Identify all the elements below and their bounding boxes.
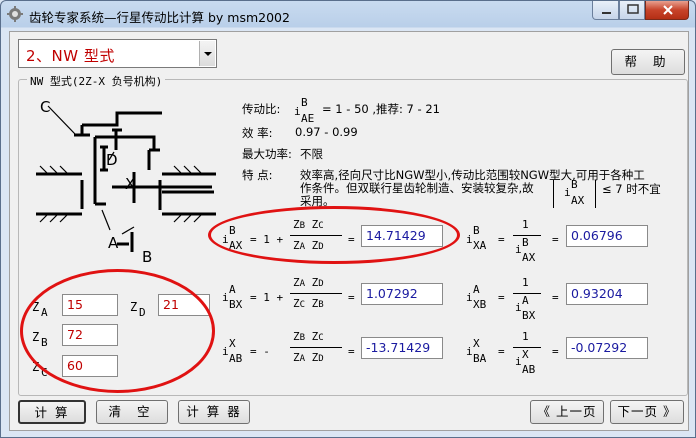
gear-icon (7, 6, 23, 22)
title-bar[interactable]: 齿轮专家系统—行星传动比计算 by msm2002 (1, 1, 695, 28)
annotation-ellipse-result (208, 206, 460, 264)
client-area: 2、NW 型式 帮 助 NW 型式(2Z-X 负号机构) C D X A B 传… (9, 31, 689, 431)
help-button[interactable]: 帮 助 (611, 49, 685, 75)
max-power-label: 最大功率: (242, 147, 292, 161)
calculator-button[interactable]: 计 算 器 (178, 400, 250, 424)
result-ia-bx[interactable]: 1.07292 (361, 283, 443, 305)
result-ia-xb[interactable]: 0.93204 (566, 283, 648, 305)
maximize-button[interactable] (619, 1, 645, 20)
efficiency-value: 0.97 - 0.99 (295, 125, 358, 139)
result-ix-ab[interactable]: -13.71429 (361, 337, 443, 359)
close-button[interactable] (645, 1, 689, 20)
minimize-button[interactable] (592, 1, 619, 20)
result-ix-ba[interactable]: -0.07292 (566, 337, 648, 359)
max-power-value: 不限 (300, 147, 323, 161)
ratio-value: = 1 - 50 ,推荐: 7 - 21 (322, 102, 440, 116)
close-icon (663, 5, 673, 15)
next-page-button[interactable]: 下一页 》 (610, 400, 684, 424)
feature-label: 特 点: (242, 168, 273, 182)
mechanism-diagram: C D X A B (36, 98, 216, 262)
diagram-label-c: C (40, 98, 50, 116)
chevron-down-icon[interactable] (199, 41, 215, 66)
maximize-icon (627, 4, 639, 14)
diagram-label-b: B (142, 248, 152, 262)
type-select-value: 2、NW 型式 (26, 47, 115, 65)
feature-condition: ≤ 7 时不宜 (602, 182, 661, 196)
diagram-label-d: D (106, 151, 118, 169)
result-ib-xa[interactable]: 0.06796 (566, 225, 648, 247)
calculate-button[interactable]: 计 算 (18, 400, 86, 424)
window-title: 齿轮专家系统—行星传动比计算 by msm2002 (29, 10, 290, 25)
minimize-icon (602, 12, 611, 14)
diagram-label-a: A (108, 234, 119, 252)
diagram-label-x: X (125, 175, 135, 193)
app-window: 齿轮专家系统—行星传动比计算 by msm2002 2、NW 型式 帮 助 NW… (0, 0, 696, 438)
efficiency-label: 效 率: (242, 126, 273, 140)
ratio-label: 传动比: (242, 102, 281, 116)
clear-button[interactable]: 清 空 (96, 400, 168, 424)
annotation-ellipse-inputs (20, 269, 215, 393)
prev-page-button[interactable]: 《 上一页 (530, 400, 604, 424)
groupbox-caption: NW 型式(2Z-X 负号机构) (27, 73, 166, 89)
feature-text-2: 作条件。但双联行星齿轮制造、安装较复杂,故 (300, 181, 534, 195)
type-select[interactable]: 2、NW 型式 (18, 39, 217, 68)
